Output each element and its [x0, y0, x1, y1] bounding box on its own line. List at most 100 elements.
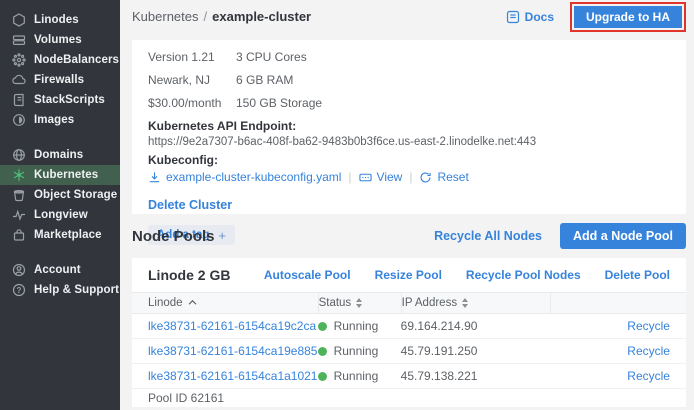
sidebar-group-compute: Linodes Volumes NodeBalancers Firewalls …	[0, 10, 120, 130]
reset-label: Reset	[437, 170, 468, 184]
sidebar-item-label: Longview	[34, 209, 88, 221]
sidebar-group-services: Domains Kubernetes Object Storage Longvi…	[0, 145, 120, 245]
upgrade-to-ha-button[interactable]: Upgrade to HA	[574, 6, 682, 28]
recycle-all-nodes-link[interactable]: Recycle All Nodes	[434, 229, 542, 243]
pool-id: Pool ID 62161	[132, 389, 686, 407]
cluster-price: $30.00/month	[148, 96, 236, 110]
table-row: lke38731-62161-6154ca1a1021 Running 45.7…	[132, 364, 686, 389]
summary-row: $30.00/month 150 GB Storage	[148, 96, 670, 110]
topbar-actions: Docs Upgrade to HA	[506, 2, 686, 32]
sidebar-item-images[interactable]: Images	[0, 110, 120, 130]
sidebar-item-label: Marketplace	[34, 229, 102, 241]
status-cell: Running	[318, 344, 401, 358]
object-storage-icon	[12, 188, 26, 202]
docs-link[interactable]: Docs	[506, 10, 554, 24]
cluster-summary-card: Version 1.21 3 CPU Cores Newark, NJ 6 GB…	[132, 40, 686, 214]
kubeconfig-download-link[interactable]: example-cluster-kubeconfig.yaml	[148, 170, 341, 184]
pool-card-header: Linode 2 GB Autoscale Pool Resize Pool R…	[132, 258, 686, 292]
node-link[interactable]: lke38731-62161-6154ca1a1021	[132, 369, 318, 383]
column-header-ip-address[interactable]: IP Address	[401, 293, 551, 313]
sidebar-item-longview[interactable]: Longview	[0, 205, 120, 225]
sidebar-item-linodes[interactable]: Linodes	[0, 10, 120, 30]
sidebar-item-label: Object Storage	[34, 189, 117, 201]
download-icon	[148, 171, 161, 184]
kubeconfig-reset-link[interactable]: Reset	[419, 170, 468, 184]
status-text: Running	[334, 319, 379, 333]
main-content: Kubernetes / example-cluster Docs Upgrade …	[120, 0, 694, 410]
recycle-node-link[interactable]: Recycle	[627, 369, 670, 383]
sort-ascending-icon	[188, 297, 197, 309]
sidebar-item-label: Account	[34, 264, 81, 276]
nodebalancers-icon	[12, 53, 26, 67]
kubeconfig-view-link[interactable]: View	[359, 170, 403, 184]
sidebar-item-label: Images	[34, 114, 74, 126]
sort-icon	[356, 298, 362, 308]
summary-row: Newark, NJ 6 GB RAM	[148, 73, 670, 87]
ip-address: 45.79.138.221	[401, 369, 551, 383]
api-endpoint-url: https://9e2a7307-b6ac-408f-ba62-9483b0b3…	[148, 135, 670, 149]
sidebar-item-label: Domains	[34, 149, 83, 161]
column-header-linode[interactable]: Linode	[132, 293, 318, 313]
table-row: lke38731-62161-6154ca19e885 Running 45.7…	[132, 339, 686, 364]
marketplace-icon	[12, 228, 26, 242]
breadcrumb-separator: /	[204, 9, 208, 24]
sidebar-item-volumes[interactable]: Volumes	[0, 30, 120, 50]
docs-label: Docs	[525, 10, 554, 24]
sidebar-item-account[interactable]: Account	[0, 260, 120, 280]
column-label: Status	[319, 297, 352, 309]
cluster-ram: 6 GB RAM	[236, 73, 293, 87]
sidebar-item-label: StackScripts	[34, 94, 105, 106]
cluster-storage: 150 GB Storage	[236, 96, 322, 110]
node-pools-header: Node Pools Recycle All Nodes Add a Node …	[132, 214, 686, 258]
status-cell: Running	[318, 369, 401, 383]
recycle-pool-nodes-link[interactable]: Recycle Pool Nodes	[466, 268, 581, 282]
separator: |	[348, 170, 351, 184]
node-link[interactable]: lke38731-62161-6154ca19e885	[132, 344, 318, 358]
sidebar-item-firewalls[interactable]: Firewalls	[0, 70, 120, 90]
sidebar-item-label: Linodes	[34, 14, 79, 26]
sidebar-item-domains[interactable]: Domains	[0, 145, 120, 165]
cluster-cpu: 3 CPU Cores	[236, 50, 307, 64]
node-link[interactable]: lke38731-62161-6154ca19c2ca	[132, 319, 318, 333]
sidebar-item-help-support[interactable]: ? Help & Support	[0, 280, 120, 300]
delete-cluster-button[interactable]: Delete Cluster	[148, 197, 232, 213]
delete-pool-link[interactable]: Delete Pool	[605, 268, 670, 282]
docs-icon	[506, 10, 520, 24]
sidebar-item-label: NodeBalancers	[34, 54, 119, 66]
domains-icon	[12, 148, 26, 162]
status-running-dot-icon	[318, 322, 327, 331]
separator: |	[409, 170, 412, 184]
sidebar-item-marketplace[interactable]: Marketplace	[0, 225, 120, 245]
kubeconfig-label: Kubeconfig:	[148, 153, 670, 167]
longview-icon	[12, 208, 26, 222]
sidebar-item-object-storage[interactable]: Object Storage	[0, 185, 120, 205]
ip-address: 69.164.214.90	[401, 319, 551, 333]
node-pool-card: Linode 2 GB Autoscale Pool Resize Pool R…	[132, 258, 686, 407]
sidebar: Linodes Volumes NodeBalancers Firewalls …	[0, 0, 120, 410]
ip-address: 45.79.191.250	[401, 344, 551, 358]
images-icon	[12, 113, 26, 127]
sidebar-item-label: Volumes	[34, 34, 82, 46]
sidebar-item-label: Firewalls	[34, 74, 84, 86]
app-window: Linodes Volumes NodeBalancers Firewalls …	[0, 0, 694, 410]
pool-actions: Autoscale Pool Resize Pool Recycle Pool …	[264, 268, 670, 282]
add-node-pool-button[interactable]: Add a Node Pool	[560, 223, 686, 249]
annotation-highlight: Upgrade to HA	[570, 2, 686, 32]
sidebar-item-label: Kubernetes	[34, 169, 98, 181]
breadcrumb-kubernetes-link[interactable]: Kubernetes	[132, 9, 199, 24]
sidebar-item-stackscripts[interactable]: StackScripts	[0, 90, 120, 110]
node-pools-title: Node Pools	[132, 228, 215, 245]
sidebar-item-kubernetes[interactable]: Kubernetes	[0, 165, 120, 185]
autoscale-pool-link[interactable]: Autoscale Pool	[264, 268, 351, 282]
stackscripts-icon	[12, 93, 26, 107]
resize-pool-link[interactable]: Resize Pool	[375, 268, 442, 282]
column-header-status[interactable]: Status	[318, 293, 401, 313]
sidebar-item-label: Help & Support	[34, 284, 119, 296]
recycle-node-link[interactable]: Recycle	[627, 344, 670, 358]
sidebar-item-nodebalancers[interactable]: NodeBalancers	[0, 50, 120, 70]
cluster-version: Version 1.21	[148, 50, 236, 64]
breadcrumb-current: example-cluster	[212, 9, 311, 24]
kubeconfig-actions: example-cluster-kubeconfig.yaml | View |…	[148, 169, 670, 185]
account-icon	[12, 263, 26, 277]
recycle-node-link[interactable]: Recycle	[627, 319, 670, 333]
